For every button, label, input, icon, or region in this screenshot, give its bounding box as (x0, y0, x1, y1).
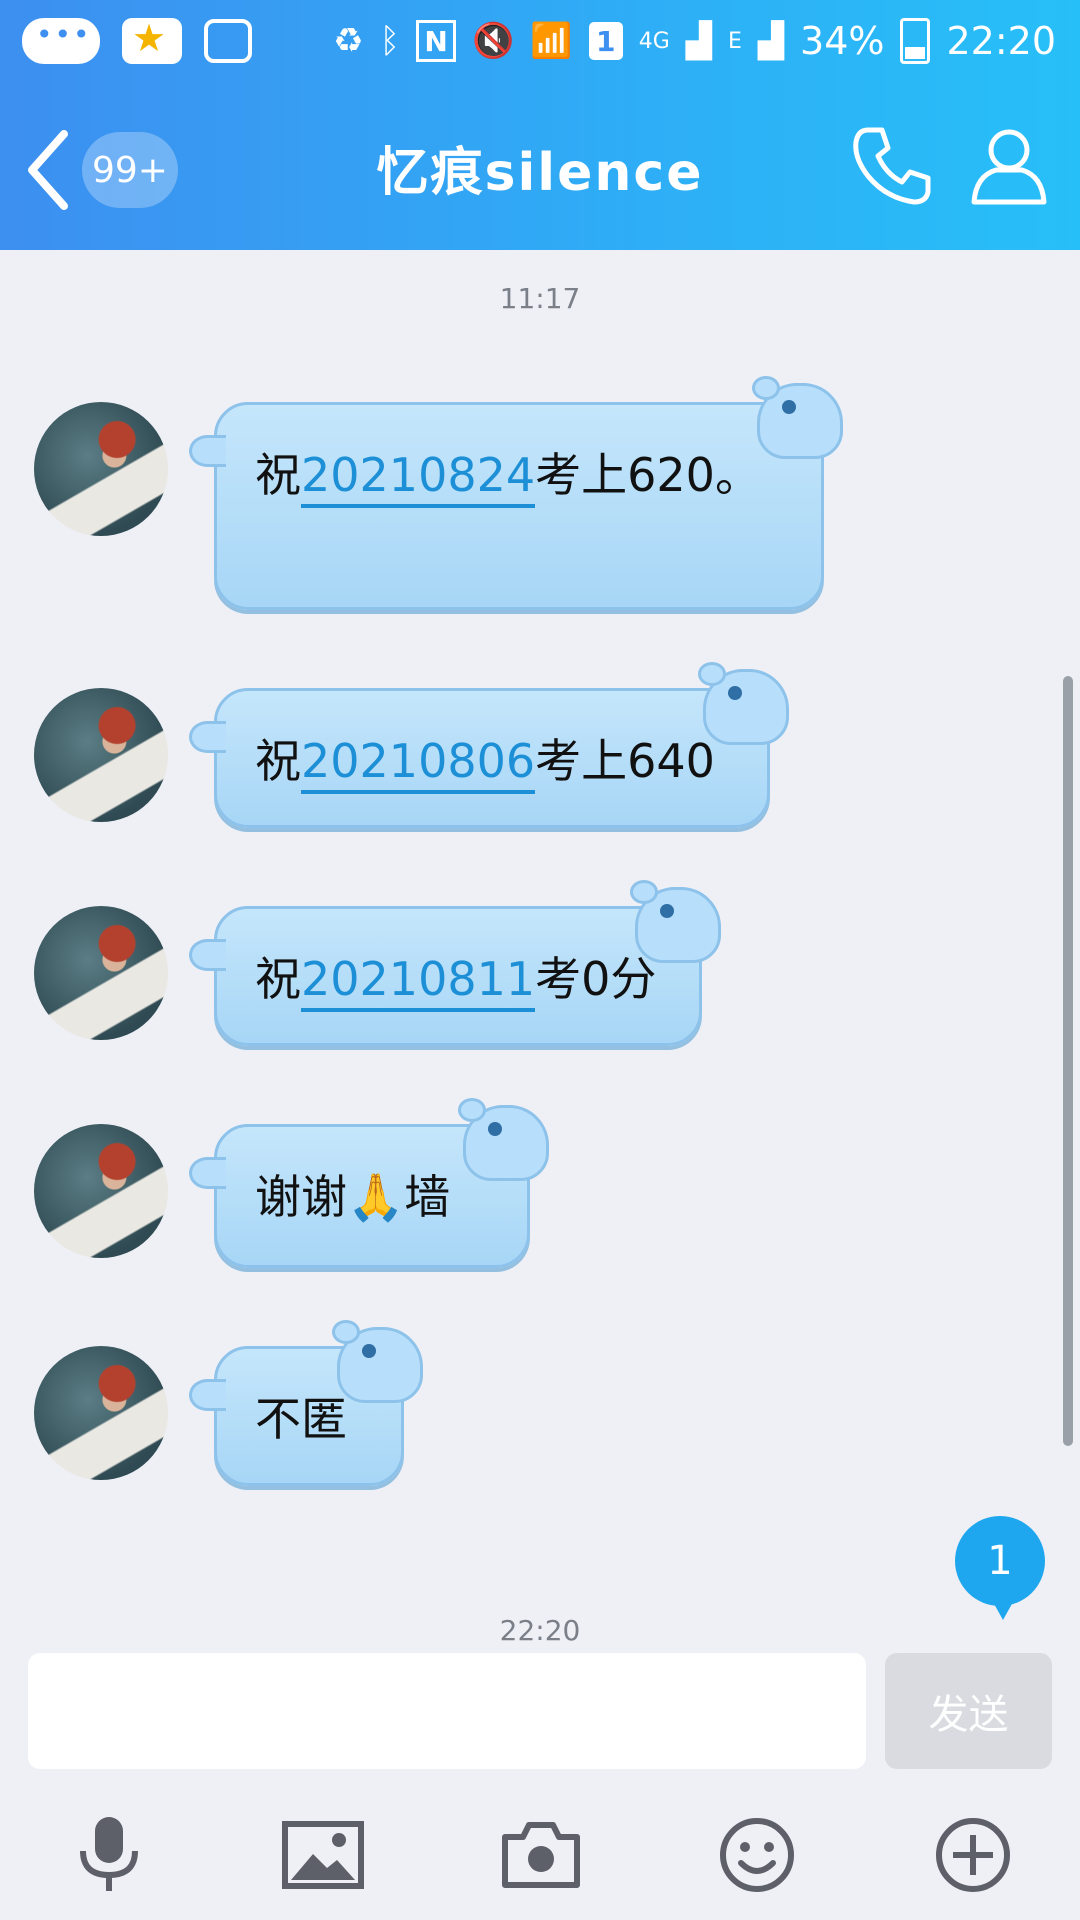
avatar[interactable] (34, 1124, 168, 1258)
pray-emoji-icon: 🙏 (347, 1170, 405, 1224)
message-text-part: 谢谢 (255, 1170, 347, 1224)
message-number-link[interactable]: 20210811 (301, 952, 536, 1012)
bubble-tail (189, 939, 226, 971)
recycle-battery-icon: ♻ (333, 21, 364, 61)
input-toolbar (0, 1800, 1080, 1910)
message-text-part: 祝 (255, 952, 301, 1006)
call-button[interactable] (846, 120, 936, 210)
sim-indicator: 1 (588, 22, 623, 60)
microphone-icon (80, 1817, 138, 1891)
signal-icon-2: ▟ (757, 21, 785, 61)
new-message-indicator[interactable]: 1 (955, 1516, 1045, 1620)
bubble-tail (189, 1157, 226, 1189)
gallery-notification-icon (204, 19, 252, 63)
chat-nav-bar: 99+ 忆痕silence (0, 90, 1080, 250)
battery-icon (900, 18, 931, 64)
message-text-part: 祝 (255, 734, 301, 788)
scrollbar[interactable] (1063, 676, 1073, 1446)
phone-icon (853, 127, 931, 205)
message-bubble[interactable]: 祝20210824考上620。 (189, 376, 843, 610)
message-text: 谢谢🙏墙 (255, 1161, 450, 1227)
send-button[interactable]: 发送 (885, 1653, 1052, 1769)
battery-percent: 34% (800, 19, 885, 63)
voice-button[interactable] (64, 1810, 154, 1900)
emoji-button[interactable] (712, 1810, 802, 1900)
clock: 22:20 (946, 19, 1056, 63)
message-text: 不匿 (255, 1392, 347, 1446)
message-text-part: 考0分 (535, 952, 657, 1006)
avatar[interactable] (34, 688, 168, 822)
bubble-tail (189, 1379, 226, 1411)
wifi-icon: 📶 (530, 21, 573, 61)
hippo-decoration-icon (752, 376, 843, 459)
message-text-part: 考上620。 (535, 448, 761, 502)
avatar[interactable] (34, 906, 168, 1040)
message-bubble[interactable]: 祝20210811考0分 (189, 880, 721, 1046)
message-bubble[interactable]: 不匿 (189, 1320, 423, 1486)
qzone-icon (122, 16, 182, 64)
message-text-part: 考上640 (535, 734, 715, 788)
network-type-2: E (727, 28, 742, 54)
image-icon (282, 1821, 364, 1889)
profile-button[interactable] (964, 120, 1054, 210)
camera-icon (502, 1822, 580, 1888)
message-text: 祝20210824考上620。 (255, 439, 761, 508)
avatar[interactable] (34, 402, 168, 536)
more-apps-icon (22, 18, 100, 64)
message-bubble[interactable]: 祝20210806考上640 (189, 662, 789, 828)
message-bubble[interactable]: 谢谢🙏墙 (189, 1098, 549, 1268)
message-text: 祝20210811考0分 (255, 943, 657, 1012)
top-header: ♻ ᛒ N 🔇 📶 1 4G ▟ E ▟ 34% 22:20 99+ 忆痕sil… (0, 0, 1080, 250)
more-button[interactable] (928, 1810, 1018, 1900)
message-number-link[interactable]: 20210824 (301, 448, 536, 508)
image-button[interactable] (278, 1810, 368, 1900)
signal-icon: ▟ (685, 21, 712, 61)
message-text-part: 墙 (404, 1170, 451, 1224)
emoji-icon (720, 1818, 794, 1892)
hippo-decoration-icon (332, 1320, 423, 1403)
hippo-decoration-icon (698, 662, 789, 745)
message-number-link[interactable]: 20210806 (301, 734, 536, 794)
profile-icon (971, 129, 1047, 205)
time-separator-top: 11:17 (499, 282, 581, 315)
hippo-decoration-icon (458, 1098, 549, 1181)
bluetooth-icon: ᛒ (379, 21, 401, 61)
network-type: 4G (638, 28, 670, 54)
status-bar: ♻ ᛒ N 🔇 📶 1 4G ▟ E ▟ 34% 22:20 (0, 0, 1080, 90)
avatar[interactable] (34, 1346, 168, 1480)
message-text-part: 祝 (255, 448, 301, 502)
status-indicators: ♻ ᛒ N 🔇 📶 1 4G ▟ E ▟ 34% 22:20 (333, 18, 1056, 64)
nfc-icon: N (416, 20, 457, 62)
bubble-tail (189, 435, 226, 467)
time-separator-bottom: 22:20 (499, 1614, 581, 1647)
camera-button[interactable] (496, 1810, 586, 1900)
message-input[interactable] (28, 1653, 866, 1769)
hippo-decoration-icon (630, 880, 721, 963)
message-text: 祝20210806考上640 (255, 725, 715, 794)
status-notifications (22, 16, 252, 64)
bubble-tail (189, 721, 226, 753)
mute-icon: 🔇 (472, 21, 515, 61)
plus-icon (936, 1818, 1010, 1892)
